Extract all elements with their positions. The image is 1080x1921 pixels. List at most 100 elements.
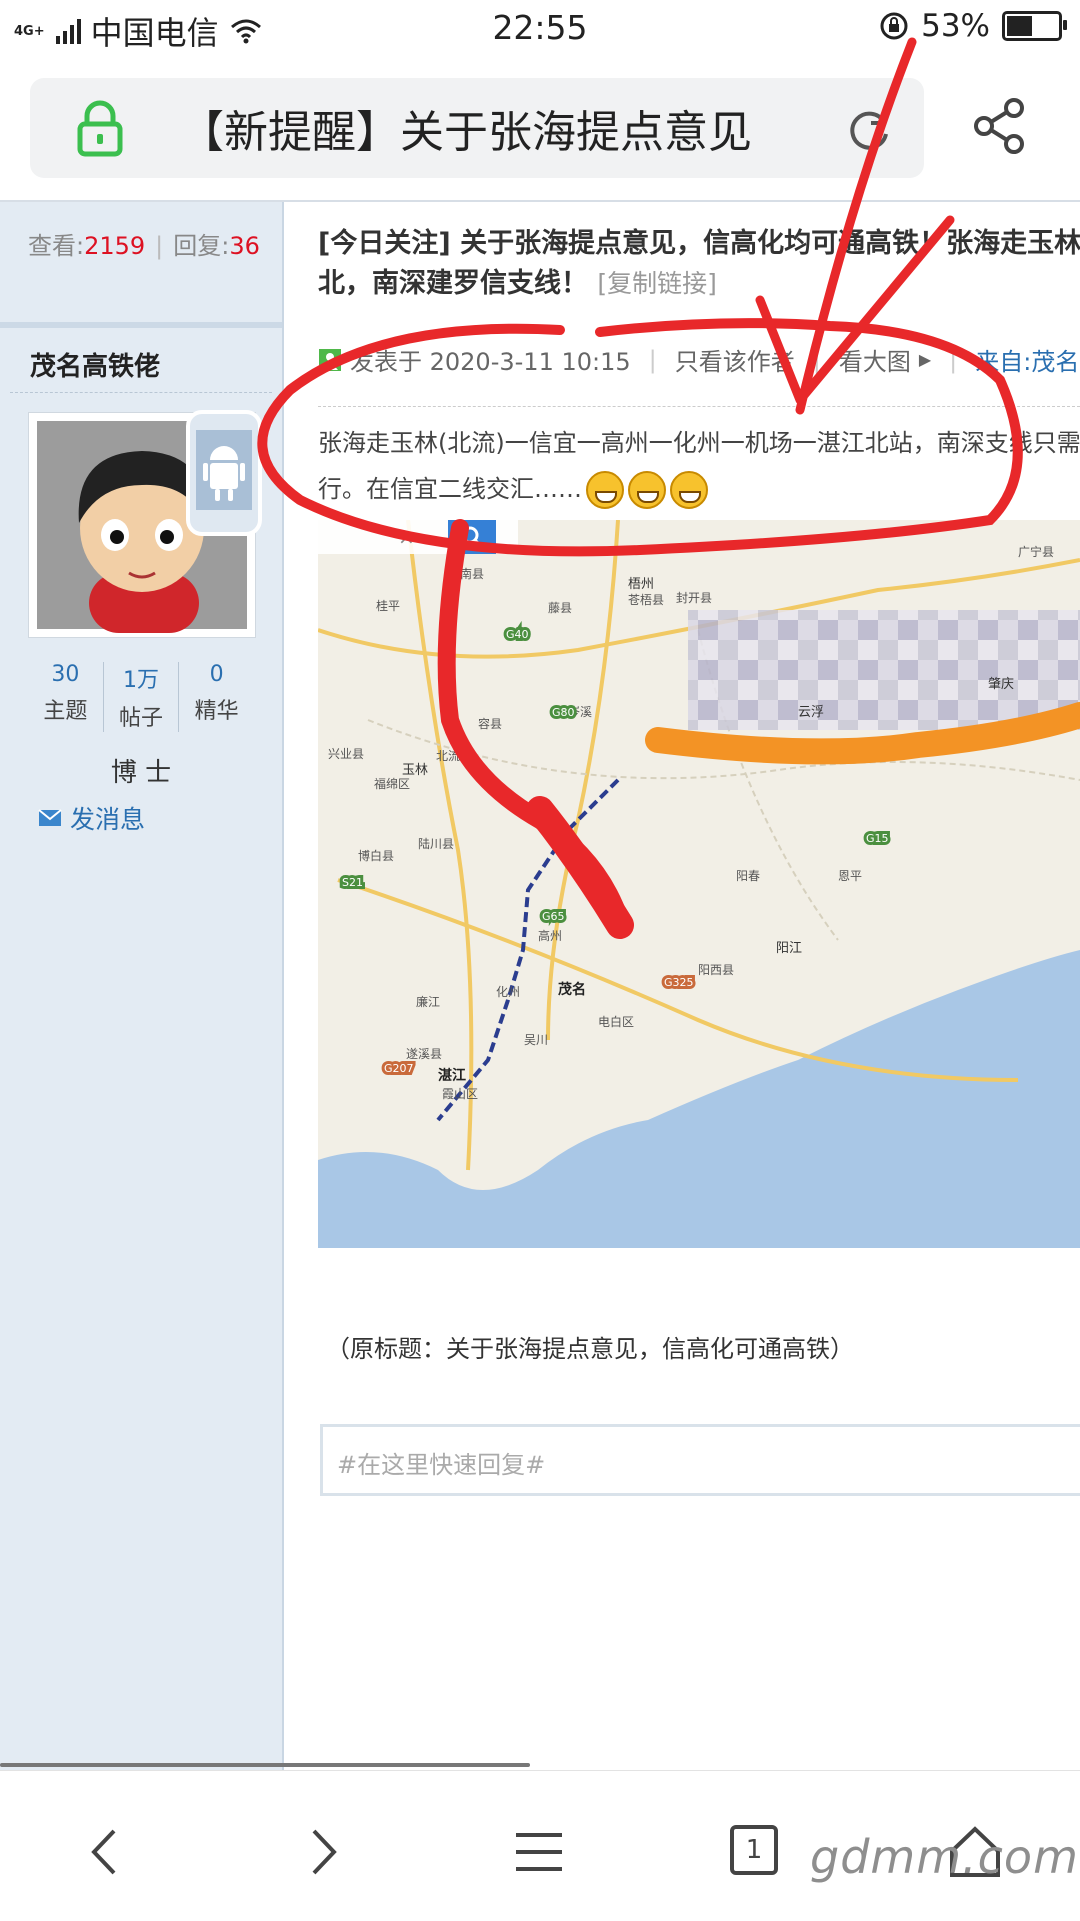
post-body-line-2: 行。在信宜二线交汇…… [318, 466, 1080, 512]
map-label: 吴川 [524, 1033, 548, 1047]
battery-icon [1002, 11, 1067, 41]
share-icon[interactable] [970, 96, 1030, 156]
map-label: 北流 [436, 749, 460, 763]
map-pixelated-area [688, 610, 1080, 730]
only-author-link[interactable]: 只看该作者 [675, 342, 795, 377]
map-label: 恩平 [838, 869, 862, 883]
quick-reply-input[interactable]: #在这里快速回复# [320, 1424, 1080, 1496]
post-meta: 发表于 2020-3-11 10:15 | 只看该作者 | 看大图 ▶ | 来自… [318, 342, 1080, 377]
map-label: 平南县 [448, 566, 484, 581]
rotation-lock-icon [880, 12, 908, 40]
reply-placeholder: #在这里快速回复# [337, 1451, 546, 1479]
map-image[interactable]: 梧州 苍梧县 封开县 藤县 平南县 桂平 广宁县 肇庆 云浮 岑溪 容县 北流 … [318, 520, 1080, 1248]
divider [10, 392, 272, 393]
tabs-button[interactable]: 1 [720, 1817, 790, 1887]
post-body: 张海走玉林(北流)一信宜一高州一化州一机场一湛江北站，南深支线只需 行。在信宜二… [318, 420, 1080, 512]
map-label: 湛江 [438, 1067, 466, 1084]
post-title: [今日关注] 关于张海提点意见，信高化均可通高铁！张海走玉林北，南深建罗信支线！… [318, 224, 1080, 304]
author-sidebar: 查看:2159 | 回复:36 茂名高铁佬 30 主题 1万 帖子 0 精华 博… [0, 202, 284, 1770]
status-right: 53% [879, 8, 1067, 44]
post-body-line: 张海走玉林(北流)一信宜一高州一化州一机场一湛江北站，南深支线只需 [318, 429, 1080, 457]
map-label: 高州 [538, 928, 562, 943]
page-title: 【新提醒】关于张海提点意见 [180, 107, 752, 158]
original-title-caption: （原标题：关于张海提点意见，信高化可通高铁） [326, 1335, 854, 1363]
forum-post-frame: 查看:2159 | 回复:36 茂名高铁佬 30 主题 1万 帖子 0 精华 博… [0, 200, 1080, 1770]
play-icon: ▶ [918, 350, 932, 369]
map-label: 广宁县 [1018, 544, 1054, 559]
menu-icon[interactable] [504, 1817, 574, 1887]
map-label: 兴业县 [328, 747, 364, 761]
copy-link-button[interactable]: [复制链接] [597, 269, 717, 298]
android-device-icon [186, 410, 262, 536]
map-label: 梧州 [628, 577, 654, 592]
map-road-label: G15 [866, 832, 889, 845]
count-value: 0 [209, 662, 224, 687]
envelope-icon [38, 809, 62, 826]
thread-stats: 查看:2159 | 回复:36 [28, 226, 260, 261]
horizontal-scrollbar[interactable] [0, 1763, 530, 1767]
map-label: 茂名 [558, 981, 586, 998]
count-threads[interactable]: 30 主题 [28, 662, 104, 732]
map-road-label: G207 [384, 1062, 414, 1075]
grin-emoji-icon [670, 471, 708, 509]
grin-emoji-icon [586, 471, 624, 509]
map-label: 电白区 [598, 1014, 634, 1029]
map-label: 遂溪县 [406, 1047, 442, 1061]
author-name[interactable]: 茂名高铁佬 [30, 346, 160, 383]
forward-icon[interactable] [286, 1817, 356, 1887]
replies-label: 回复: [173, 232, 230, 260]
map-label: 化州 [496, 985, 520, 999]
map-label: 廉江 [416, 994, 440, 1009]
address-bar[interactable]: 【新提醒】关于张海提点意见 [30, 78, 924, 178]
count-value: 30 [51, 662, 80, 687]
count-posts[interactable]: 1万 帖子 [104, 662, 180, 732]
send-message-link[interactable]: 发消息 [38, 800, 145, 836]
map-label: 玉林 [402, 763, 428, 778]
post-source-link[interactable]: 来自:茂名在 [975, 342, 1080, 377]
site-watermark: gdmm.com [810, 1830, 1079, 1884]
map-label: 苍梧县 [628, 592, 664, 607]
map-search-button [448, 520, 496, 554]
reload-icon[interactable] [844, 104, 894, 154]
map-label: 博白县 [358, 848, 394, 863]
map-label: 云浮 [798, 705, 824, 720]
map-label: 阳春 [736, 869, 760, 883]
divider [318, 406, 1080, 407]
replies-count: 36 [229, 232, 260, 260]
lock-icon [77, 100, 123, 157]
count-value: 1万 [123, 668, 159, 693]
map-road-label: G40 [506, 628, 529, 641]
close-icon: × [398, 525, 415, 549]
map-label: 藤县 [548, 601, 572, 615]
count-label: 精华 [194, 699, 239, 724]
author-counts: 30 主题 1万 帖子 0 精华 [28, 662, 254, 732]
views-label: 查看: [28, 232, 85, 260]
map-road-label: G325 [664, 976, 694, 989]
meta-separator: | [812, 345, 821, 374]
count-label: 主题 [43, 699, 88, 724]
tab-count: 1 [745, 1835, 763, 1865]
post-date: 发表于 2020-3-11 10:15 [350, 348, 631, 376]
view-large-image-link[interactable]: 看大图 [839, 342, 911, 377]
user-rank: 博 士 [110, 758, 172, 788]
map-road-label: G65 [542, 910, 565, 923]
back-icon[interactable] [72, 1817, 142, 1887]
map-label: 阳江 [776, 941, 802, 956]
map-label: 桂平 [376, 598, 400, 613]
post-content: [今日关注] 关于张海提点意见，信高化均可通高铁！张海走玉林北，南深建罗信支线！… [284, 202, 1080, 1770]
map-label: 陆川县 [418, 836, 454, 851]
map-label: 阳西县 [698, 963, 734, 977]
user-icon [319, 348, 341, 371]
map-road-label: S21 [342, 876, 363, 889]
count-digest[interactable]: 0 精华 [179, 662, 254, 732]
map-label: 福绵区 [374, 776, 410, 791]
map-label: 肇庆 [988, 677, 1014, 692]
map-label: 容县 [478, 716, 502, 731]
divider [0, 322, 282, 328]
map-label: 封开县 [676, 591, 712, 605]
send-message-label: 发消息 [70, 805, 146, 834]
map-label: 信宜 [546, 828, 570, 843]
map-label: 霞山区 [442, 1087, 478, 1101]
battery-percent: 53% [921, 8, 990, 44]
map-road-label: G80 [552, 706, 575, 719]
